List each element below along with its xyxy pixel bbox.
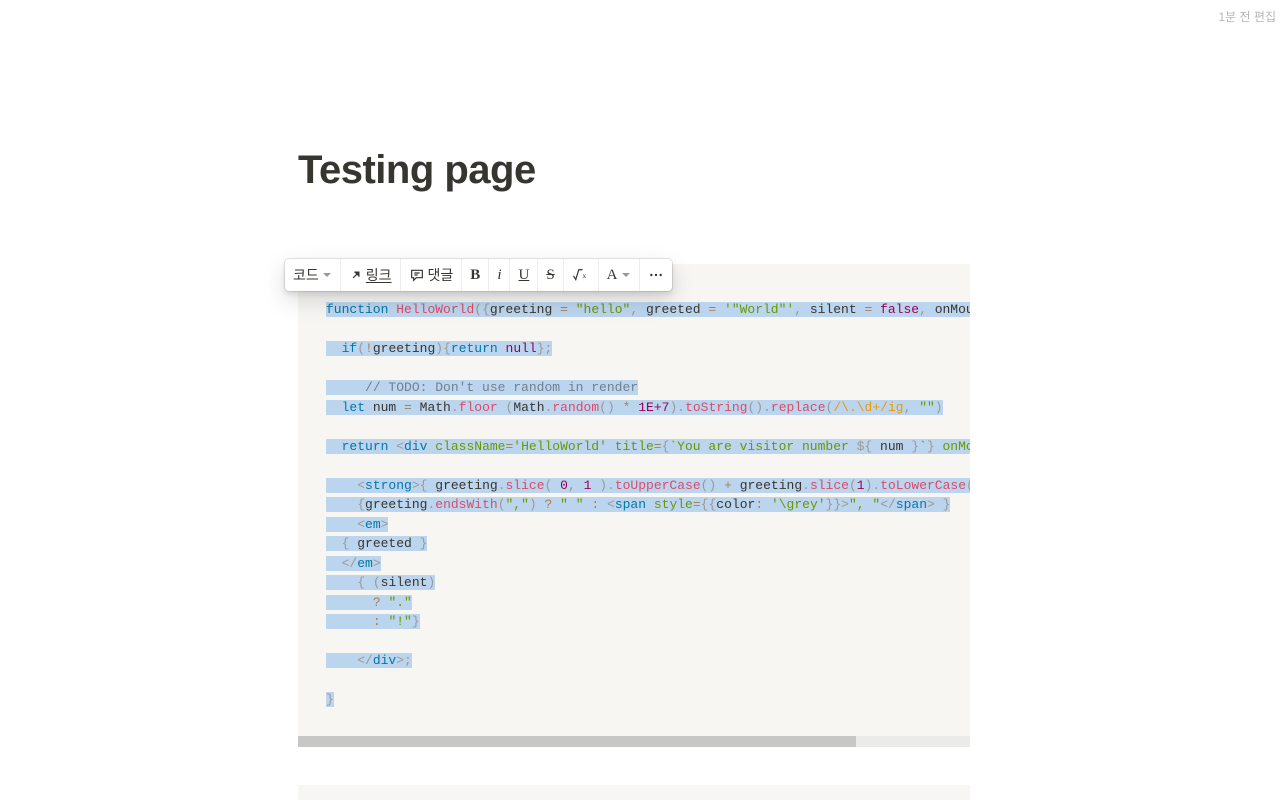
next-code-block[interactable] (298, 785, 970, 800)
page-title[interactable]: Testing page (298, 148, 536, 193)
equation-button[interactable]: x (564, 259, 599, 291)
code-block[interactable]: function HelloWorld({greeting = "hello",… (298, 264, 970, 744)
italic-button[interactable]: i (489, 259, 510, 291)
comment-button[interactable]: 댓글 (401, 259, 463, 291)
text-color-button[interactable]: A (599, 259, 640, 291)
block-type-button[interactable]: 코드 (285, 259, 341, 291)
edit-status-label: 1분 전 편집 (1218, 8, 1276, 25)
strike-button[interactable]: S (538, 259, 563, 291)
chevron-down-icon (322, 270, 332, 280)
code-content[interactable]: function HelloWorld({greeting = "hello",… (326, 300, 942, 710)
underline-button[interactable]: U (510, 259, 538, 291)
more-button[interactable] (640, 259, 672, 291)
block-type-label: 코드 (293, 265, 319, 285)
link-label: 링크 (366, 265, 392, 285)
arrow-icon (349, 268, 363, 282)
comment-icon (409, 267, 425, 283)
svg-text:x: x (582, 271, 586, 280)
link-button[interactable]: 링크 (341, 259, 401, 291)
bold-button[interactable]: B (462, 259, 489, 291)
horizontal-scrollbar-thumb[interactable] (298, 736, 856, 747)
comment-label: 댓글 (428, 265, 454, 285)
equation-icon: x (572, 267, 590, 283)
chevron-down-icon (621, 270, 631, 280)
text-format-toolbar: 코드 링크 댓글 B i U S x A (285, 259, 672, 291)
more-icon (648, 267, 664, 283)
